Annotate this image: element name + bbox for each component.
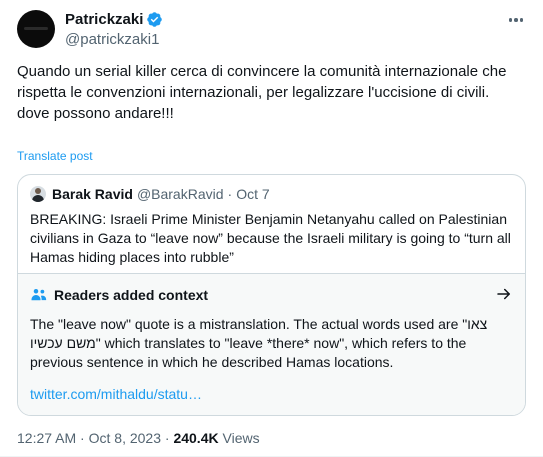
quoted-tweet-text: BREAKING: Israeli Prime Minister Benjami… — [30, 211, 511, 265]
quoted-separator: · — [227, 186, 233, 202]
context-title: Readers added context — [54, 287, 209, 303]
author-handle[interactable]: @patrickzaki1 — [65, 31, 159, 48]
author-name-row: Patrickzaki — [65, 11, 163, 28]
quoted-author-name: Barak Ravid — [52, 186, 133, 202]
quoted-author-avatar — [30, 186, 46, 202]
views-label: Views — [222, 430, 260, 446]
people-icon — [31, 289, 47, 301]
context-header: Readers added context — [30, 286, 208, 304]
more-dot — [508, 18, 513, 22]
readers-added-context[interactable]: Readers added context The "leave now" qu… — [18, 273, 525, 415]
quoted-date: Oct 7 — [236, 186, 270, 202]
context-source-link[interactable]: twitter.com/mithaldu/statu… — [30, 386, 202, 402]
quoted-author-handle: @BarakRavid — [136, 186, 224, 202]
meta-separator: · — [80, 430, 85, 446]
translate-post-link[interactable]: Translate post — [17, 149, 93, 163]
tweet-date[interactable]: Oct 8, 2023 — [89, 430, 161, 446]
more-horizontal-icon[interactable] — [505, 10, 527, 30]
avatar-face — [35, 188, 41, 194]
views-count: 240.4K — [173, 430, 219, 446]
avatar-shirt — [32, 195, 44, 202]
tweet-text: Quando un serial killer cerca di convinc… — [17, 63, 507, 122]
verified-badge-icon — [147, 12, 163, 27]
arrow-right-icon[interactable] — [495, 285, 513, 303]
quoted-tweet[interactable]: Barak Ravid @BarakRavid · Oct 7 BREAKING… — [17, 174, 526, 416]
tweet-time[interactable]: 12:27 AM — [17, 430, 76, 446]
author-display-name[interactable]: Patrickzaki — [65, 11, 143, 28]
tweet-meta: 12:27 AM · Oct 8, 2023 · 240.4K Views — [17, 430, 260, 446]
quoted-tweet-header: Barak Ravid @BarakRavid · Oct 7 — [30, 186, 270, 202]
more-dot — [514, 18, 518, 22]
more-dot — [519, 18, 524, 22]
tweet-header: Patrickzaki @patrickzaki1 — [17, 10, 527, 50]
avatar-logo — [24, 27, 48, 30]
meta-separator-2: · — [164, 430, 170, 446]
avatar[interactable] — [17, 10, 55, 48]
context-body: The "leave now" quote is a mistranslatio… — [30, 316, 488, 370]
